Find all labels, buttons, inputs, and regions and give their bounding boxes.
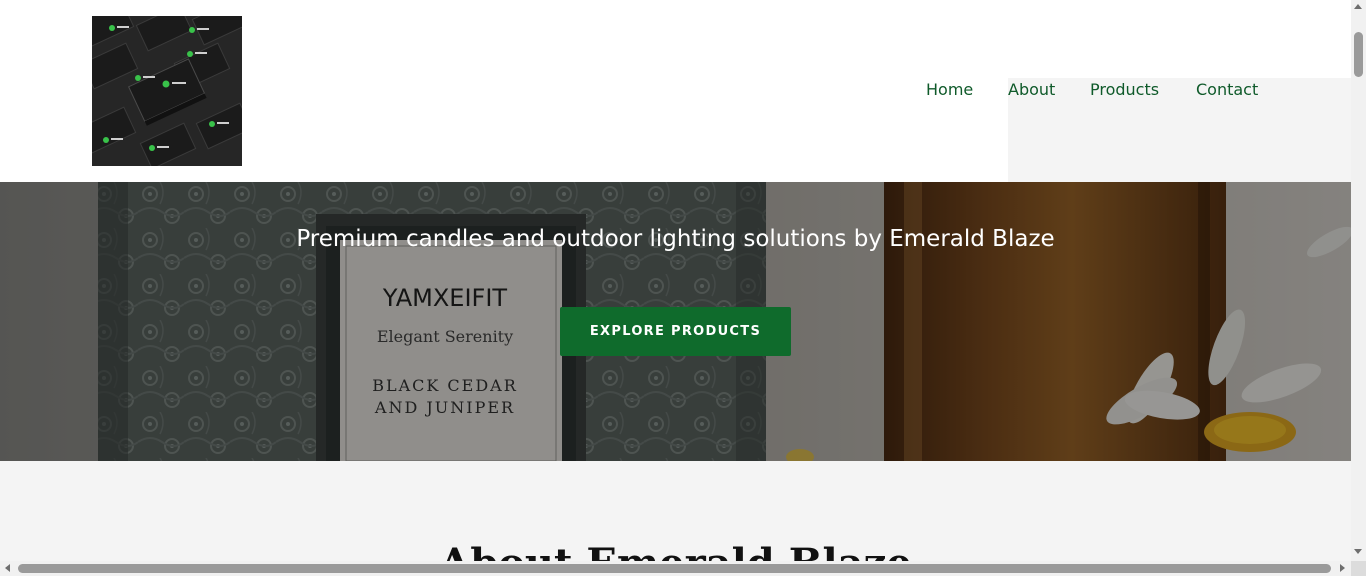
vertical-scrollbar-thumb[interactable] xyxy=(1354,32,1363,77)
nav-link-about[interactable]: About xyxy=(1008,78,1351,193)
vertical-scrollbar[interactable] xyxy=(1351,0,1366,561)
page: Home About Products Contact YAMXEIFIT El… xyxy=(0,0,1351,576)
hero-section: YAMXEIFIT Elegant Serenity BLACK CEDAR A… xyxy=(0,182,1351,461)
nav-link-home[interactable]: Home xyxy=(926,78,973,102)
horizontal-scrollbar-thumb[interactable] xyxy=(18,564,1331,573)
scrollbar-corner xyxy=(1351,561,1366,576)
scroll-down-arrow-icon[interactable] xyxy=(1354,549,1362,554)
hero-tagline: Premium candles and outdoor lighting sol… xyxy=(296,226,1055,252)
explore-products-button[interactable]: EXPLORE PRODUCTS xyxy=(560,307,791,356)
horizontal-scrollbar[interactable] xyxy=(0,561,1351,576)
scroll-up-arrow-icon[interactable] xyxy=(1354,4,1362,9)
main-nav: Home About Products Contact xyxy=(0,78,1351,193)
scroll-right-arrow-icon[interactable] xyxy=(1340,564,1345,572)
about-section: About Emerald Blaze xyxy=(0,461,1351,576)
nav-link-contact[interactable]: Contact xyxy=(1196,78,1258,102)
site-header: Home About Products Contact xyxy=(0,0,1351,193)
scroll-left-arrow-icon[interactable] xyxy=(5,564,10,572)
nav-link-products[interactable]: Products xyxy=(1090,78,1159,102)
